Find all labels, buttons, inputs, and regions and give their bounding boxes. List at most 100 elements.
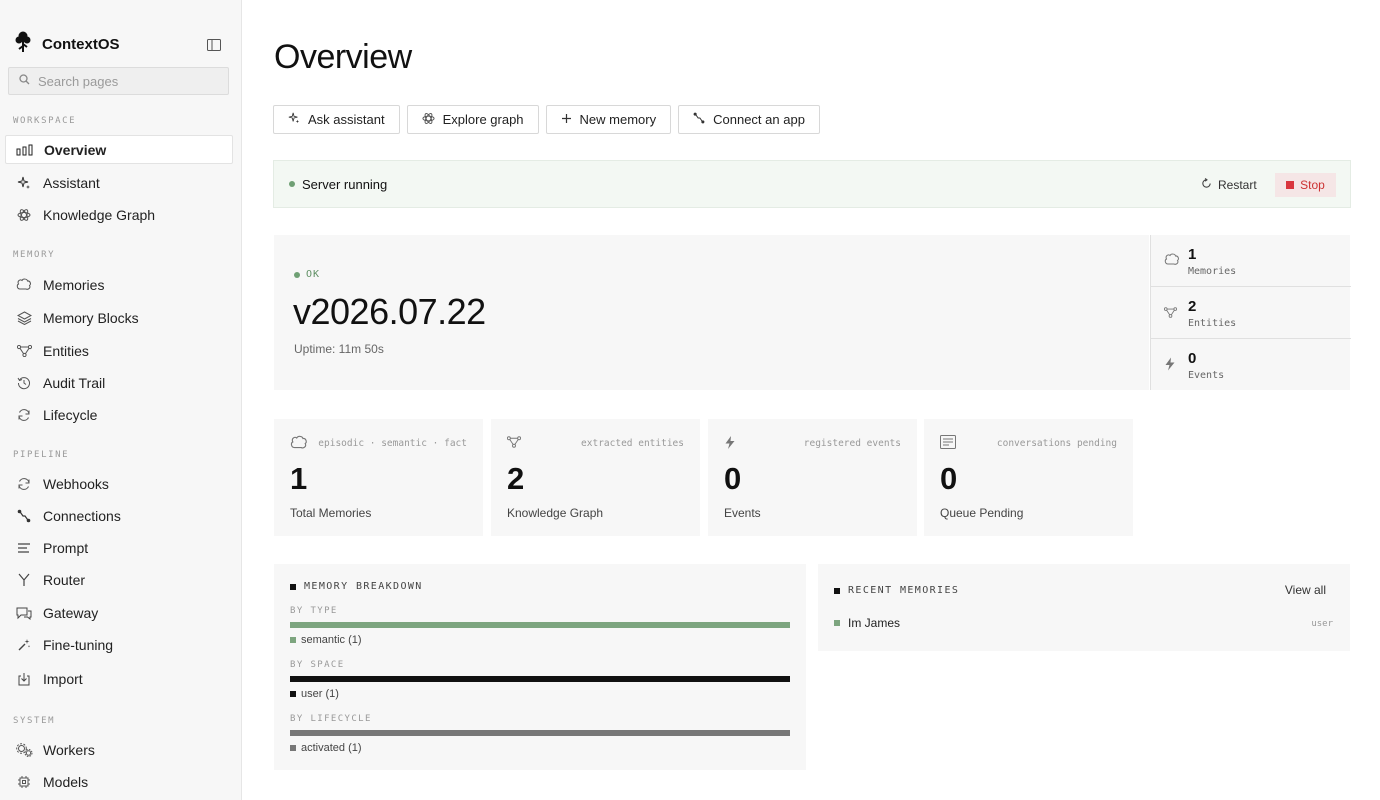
metric-value: 1 (290, 461, 308, 496)
stat-value: 2 (1188, 298, 1197, 315)
metric-value: 0 (724, 461, 742, 496)
atom-icon (422, 112, 435, 128)
by-type-label: BY TYPE (290, 606, 338, 616)
sidebar-item-router[interactable]: Router (5, 565, 233, 594)
sidebar-item-gateway[interactable]: Gateway (5, 598, 233, 627)
sidebar-item-prompt[interactable]: Prompt (5, 533, 233, 562)
sparkle-icon (15, 174, 33, 192)
search-input[interactable] (38, 73, 218, 89)
memory-space: user (1311, 619, 1333, 629)
button-label: Restart (1218, 178, 1257, 192)
sidebar-item-memory-blocks[interactable]: Memory Blocks (5, 303, 233, 332)
brand-name: ContextOS (42, 36, 120, 53)
metric-total-memories[interactable]: episodic · semantic · fact 1 Total Memor… (274, 419, 483, 536)
graph-nodes-icon (15, 342, 33, 360)
sidebar-item-label: Entities (43, 342, 89, 359)
metric-events[interactable]: registered events 0 Events (708, 419, 917, 536)
by-lifecycle-bar (290, 730, 790, 736)
sidebar-item-entities[interactable]: Entities (5, 336, 233, 365)
sidebar-item-assistant[interactable]: Assistant (5, 168, 233, 197)
metric-label: Total Memories (290, 506, 372, 520)
sidebar-item-audit-trail[interactable]: Audit Trail (5, 368, 233, 397)
stat-value: 0 (1188, 350, 1197, 367)
square-bullet-icon (290, 583, 296, 590)
sidebar-item-label: Connections (43, 507, 121, 524)
button-label: New memory (579, 112, 657, 127)
graph-nodes-icon (1163, 305, 1178, 323)
metric-tag: registered events (803, 438, 901, 449)
uptime-text: Uptime: 11m 50s (294, 342, 384, 356)
square-bullet-icon (834, 587, 840, 594)
metric-label: Knowledge Graph (507, 506, 604, 520)
sidebar-item-label: Fine-tuning (43, 636, 114, 653)
sidebar-item-label: Lifecycle (43, 406, 98, 423)
status-dot (289, 181, 295, 187)
by-type-legend: semantic (1) (290, 634, 362, 646)
stat-memories[interactable]: 1 Memories (1151, 235, 1351, 287)
restart-button[interactable]: Restart (1193, 172, 1265, 198)
sidebar-item-overview[interactable]: Overview (5, 135, 233, 164)
section-memory: MEMORY (13, 250, 56, 260)
explore-graph-button[interactable]: Explore graph (406, 105, 539, 134)
sidebar-item-label: Knowledge Graph (43, 206, 156, 223)
search-icon (19, 72, 30, 90)
brain-icon (1164, 253, 1180, 271)
memory-text: Im James (848, 616, 901, 630)
sidebar-item-fine-tuning[interactable]: Fine-tuning (5, 630, 233, 659)
by-lifecycle-legend: activated (1) (290, 742, 362, 754)
stat-events[interactable]: 0 Events (1151, 339, 1351, 391)
section-system: SYSTEM (13, 716, 56, 726)
plus-icon (561, 112, 572, 127)
brand[interactable]: ContextOS (14, 30, 120, 59)
legend-swatch (290, 745, 296, 751)
by-space-label: BY SPACE (290, 660, 345, 670)
legend-swatch (290, 691, 296, 697)
chip-icon (15, 773, 33, 791)
sidebar-item-label: Overview (44, 141, 107, 158)
stat-entities[interactable]: 2 Entities (1151, 287, 1351, 339)
sidebar: ContextOS WORKSPACE Overview Assistant K… (0, 0, 242, 800)
metric-tag: extracted entities (581, 438, 684, 449)
list-icon (940, 435, 956, 454)
legend-swatch (290, 637, 296, 643)
version-number: v2026.07.22 (293, 291, 486, 332)
sidebar-item-lifecycle[interactable]: Lifecycle (5, 400, 233, 429)
section-pipeline: PIPELINE (13, 450, 70, 460)
button-label: Connect an app (713, 112, 805, 127)
sidebar-item-label: Workers (43, 741, 95, 758)
sidebar-item-webhooks[interactable]: Webhooks (5, 469, 233, 498)
sidebar-item-import[interactable]: Import (5, 664, 233, 693)
metric-label: Queue Pending (940, 506, 1024, 520)
stop-icon (1286, 181, 1295, 189)
by-space-bar (290, 676, 790, 682)
sidebar-item-connections[interactable]: Connections (5, 501, 233, 530)
metric-queue-pending[interactable]: conversations pending 0 Queue Pending (924, 419, 1133, 536)
panel-header: MEMORY BREAKDOWN (290, 581, 423, 592)
legend-text: activated (1) (301, 742, 362, 754)
lightning-icon (1164, 357, 1176, 376)
connect-app-button[interactable]: Connect an app (678, 105, 820, 134)
sidebar-collapse-icon[interactable] (207, 38, 223, 52)
metric-knowledge-graph[interactable]: extracted entities 2 Knowledge Graph (491, 419, 700, 536)
view-all-link[interactable]: View all (1285, 583, 1326, 597)
tree-logo-icon (14, 30, 32, 59)
sidebar-item-knowledge-graph[interactable]: Knowledge Graph (5, 200, 233, 229)
refresh-cycle-icon (15, 406, 33, 424)
list-item[interactable]: Im James (834, 616, 1334, 630)
sidebar-item-models[interactable]: Models (5, 767, 233, 796)
layers-icon (15, 309, 33, 327)
sidebar-item-label: Import (43, 670, 83, 687)
ask-assistant-button[interactable]: Ask assistant (273, 105, 400, 134)
action-toolbar: Ask assistant Explore graph New memory C… (273, 105, 820, 134)
import-icon (15, 670, 33, 688)
sidebar-item-memories[interactable]: Memories (5, 270, 233, 299)
sidebar-item-label: Gateway (43, 604, 99, 621)
legend-text: semantic (1) (301, 634, 362, 646)
search-box[interactable] (8, 67, 229, 95)
new-memory-button[interactable]: New memory (545, 105, 672, 134)
restart-icon (1201, 178, 1212, 192)
sidebar-item-workers[interactable]: Workers (5, 735, 233, 764)
sparkle-icon (288, 112, 300, 127)
stop-button[interactable]: Stop (1275, 173, 1336, 197)
server-status-text: Server running (302, 176, 388, 192)
